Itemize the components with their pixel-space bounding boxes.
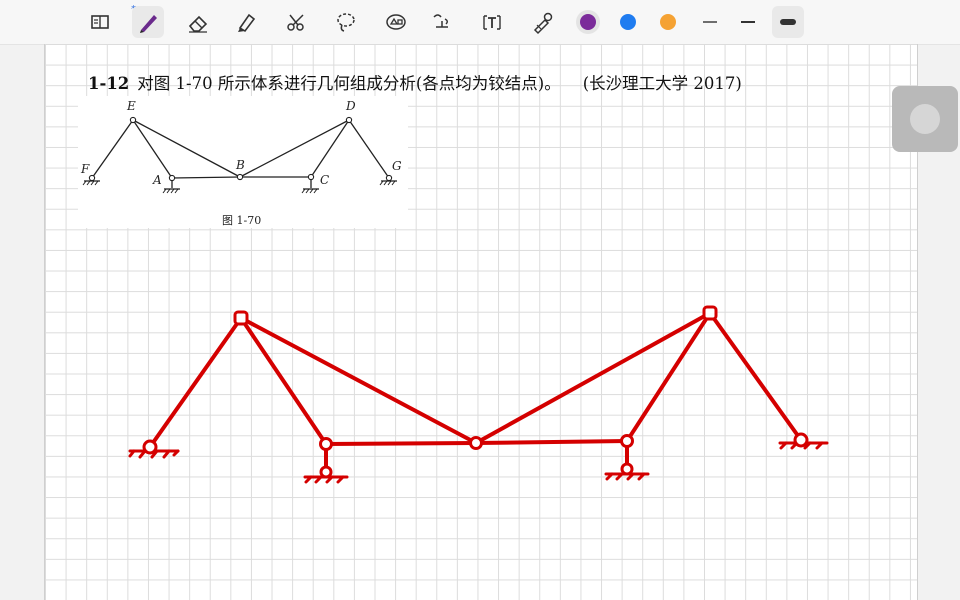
sketch-member-AB [324,441,478,446]
assistive-touch-icon [910,104,940,134]
sketch-member-CD [625,311,712,443]
red-sketch[interactable] [0,0,960,600]
sketch-hinge-D [702,305,718,321]
sketch-hinge-G [793,432,809,448]
floating-assistive-button[interactable] [892,86,958,152]
sketch-member-DG [708,311,803,442]
sketch-member-EB [239,316,478,445]
sketch-hinge-A [319,437,333,451]
sketch-hinge-C [620,434,634,448]
sketch-support-pin-C [620,462,634,476]
sketch-member-BD [474,311,712,445]
sketch-member-BC [474,439,629,445]
sketch-member-EA [239,316,328,446]
sketch-hinge-F [142,439,158,455]
sketch-hinge-B [469,436,483,450]
sketch-support-pin-A [319,465,333,479]
sketch-member-FE [148,316,243,449]
sketch-hinge-E [233,310,249,326]
